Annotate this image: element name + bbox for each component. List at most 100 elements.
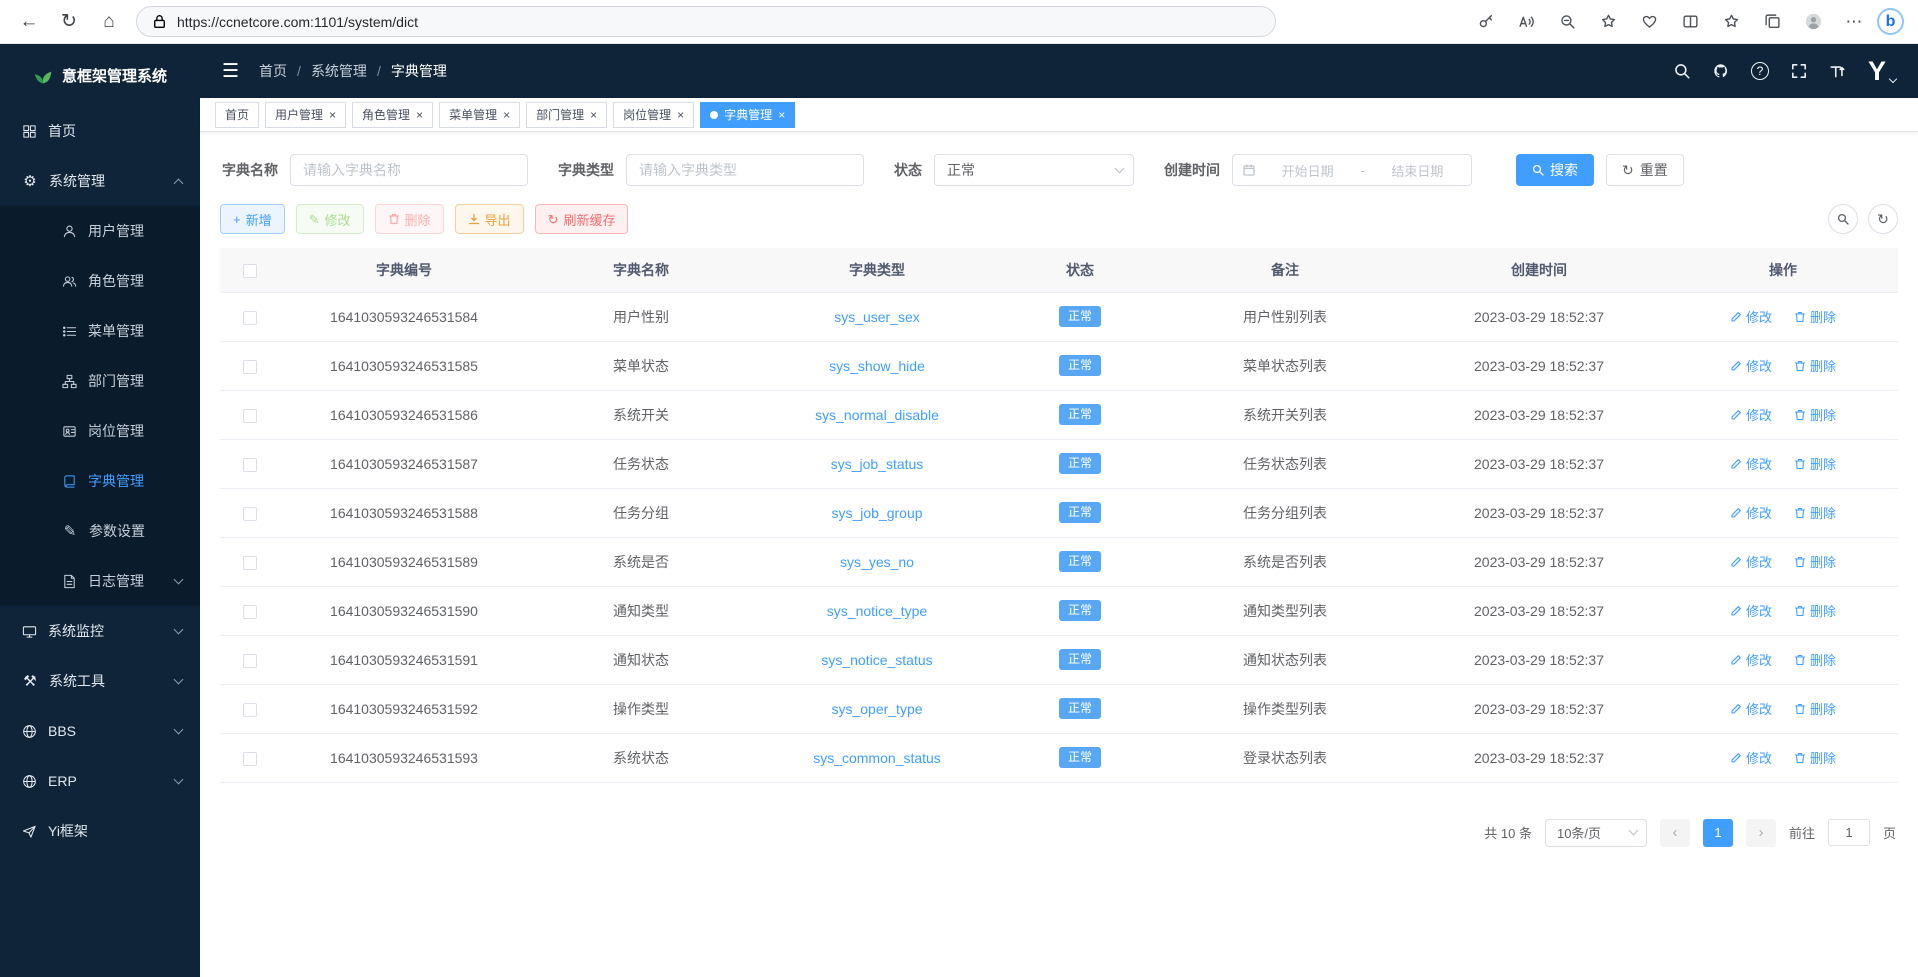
reload-button[interactable]: ↻: [50, 5, 88, 39]
row-checkbox[interactable]: [243, 605, 257, 619]
dict-name-input[interactable]: [290, 154, 528, 186]
row-delete-button[interactable]: 删除: [1794, 356, 1836, 375]
add-button[interactable]: + 新增: [220, 204, 285, 234]
row-checkbox[interactable]: [243, 556, 257, 570]
app-logo[interactable]: 意框架管理系统: [0, 44, 200, 106]
tab-close-icon[interactable]: ×: [778, 109, 785, 121]
next-page-button[interactable]: ›: [1746, 819, 1776, 847]
row-checkbox[interactable]: [243, 360, 257, 374]
export-button[interactable]: 导出: [455, 204, 524, 234]
sidebar-item-dept-mgmt[interactable]: 部门管理: [0, 356, 200, 406]
row-edit-button[interactable]: 修改: [1730, 405, 1772, 424]
zoom-button[interactable]: [1549, 6, 1585, 38]
row-delete-button[interactable]: 删除: [1794, 454, 1836, 473]
user-menu[interactable]: Y: [1868, 58, 1896, 85]
sidebar-item-param-settings[interactable]: ✎ 参数设置: [0, 506, 200, 556]
sidebar-item-bbs[interactable]: BBS: [0, 706, 200, 756]
settings-more-button[interactable]: ⋯: [1836, 6, 1872, 38]
dict-type-link[interactable]: sys_normal_disable: [815, 407, 939, 423]
dict-type-link[interactable]: sys_user_sex: [834, 309, 920, 325]
browser-essentials-button[interactable]: [1631, 6, 1667, 38]
tab-user-mgmt[interactable]: 用户管理 ×: [265, 102, 346, 128]
favorites-add-button[interactable]: [1590, 6, 1626, 38]
prev-page-button[interactable]: ‹: [1660, 819, 1690, 847]
edit-button[interactable]: ✎ 修改: [296, 204, 364, 234]
sidebar-item-role-mgmt[interactable]: 角色管理: [0, 256, 200, 306]
row-delete-button[interactable]: 删除: [1794, 601, 1836, 620]
font-size-button[interactable]: [1829, 62, 1847, 80]
dict-type-link[interactable]: sys_job_status: [831, 456, 924, 472]
row-checkbox[interactable]: [243, 703, 257, 717]
date-range-picker[interactable]: 开始日期 - 结束日期: [1232, 154, 1472, 186]
row-delete-button[interactable]: 删除: [1794, 650, 1836, 669]
sidebar-item-post-mgmt[interactable]: 岗位管理: [0, 406, 200, 456]
dict-type-link[interactable]: sys_common_status: [813, 750, 941, 766]
help-icon[interactable]: ?: [1751, 62, 1769, 80]
row-delete-button[interactable]: 删除: [1794, 699, 1836, 718]
sidebar-item-system-mgmt[interactable]: ⚙ 系统管理: [0, 156, 200, 206]
dict-type-link[interactable]: sys_job_group: [831, 505, 922, 521]
row-edit-button[interactable]: 修改: [1730, 503, 1772, 522]
home-button[interactable]: ⌂: [90, 5, 128, 39]
password-key-button[interactable]: [1467, 6, 1503, 38]
sidebar-item-menu-mgmt[interactable]: 菜单管理: [0, 306, 200, 356]
row-edit-button[interactable]: 修改: [1730, 454, 1772, 473]
favorites-button[interactable]: [1713, 6, 1749, 38]
sidebar-item-system-tools[interactable]: ⚒ 系统工具: [0, 656, 200, 706]
fullscreen-button[interactable]: [1790, 62, 1808, 80]
sidebar-item-system-monitor[interactable]: 系统监控: [0, 606, 200, 656]
row-edit-button[interactable]: 修改: [1730, 307, 1772, 326]
row-edit-button[interactable]: 修改: [1730, 650, 1772, 669]
row-checkbox[interactable]: [243, 507, 257, 521]
row-edit-button[interactable]: 修改: [1730, 699, 1772, 718]
sidebar-item-log-mgmt[interactable]: 日志管理: [0, 556, 200, 606]
row-edit-button[interactable]: 修改: [1730, 552, 1772, 571]
tab-role-mgmt[interactable]: 角色管理 ×: [352, 102, 433, 128]
reset-button[interactable]: ↻ 重置: [1606, 154, 1684, 186]
dict-type-link[interactable]: sys_oper_type: [831, 701, 922, 717]
header-search-button[interactable]: [1673, 62, 1691, 80]
sidebar-item-yi-framework[interactable]: Yi框架: [0, 806, 200, 856]
page-size-select[interactable]: 10条/页: [1545, 819, 1647, 847]
search-button[interactable]: 搜索: [1516, 154, 1594, 186]
dict-type-link[interactable]: sys_show_hide: [829, 358, 925, 374]
refresh-cache-button[interactable]: ↻ 刷新缓存: [535, 204, 629, 234]
collections-button[interactable]: [1754, 6, 1790, 38]
sidebar-item-home[interactable]: 首页: [0, 106, 200, 156]
read-aloud-button[interactable]: [1508, 6, 1544, 38]
row-checkbox[interactable]: [243, 311, 257, 325]
tab-menu-mgmt[interactable]: 菜单管理 ×: [439, 102, 520, 128]
breadcrumb-system-mgmt[interactable]: 系统管理: [311, 61, 367, 81]
tab-close-icon[interactable]: ×: [503, 109, 510, 121]
row-delete-button[interactable]: 删除: [1794, 748, 1836, 767]
tab-home[interactable]: 首页: [215, 102, 259, 128]
row-delete-button[interactable]: 删除: [1794, 503, 1836, 522]
tab-dept-mgmt[interactable]: 部门管理 ×: [526, 102, 607, 128]
split-screen-button[interactable]: [1672, 6, 1708, 38]
row-edit-button[interactable]: 修改: [1730, 356, 1772, 375]
row-checkbox[interactable]: [243, 409, 257, 423]
select-all-checkbox[interactable]: [243, 264, 257, 278]
tab-dict-mgmt[interactable]: 字典管理 ×: [700, 102, 795, 128]
tab-close-icon[interactable]: ×: [329, 109, 336, 121]
row-delete-button[interactable]: 删除: [1794, 552, 1836, 571]
tab-close-icon[interactable]: ×: [677, 109, 684, 121]
toggle-search-button[interactable]: [1828, 204, 1858, 234]
copilot-bing-button[interactable]: b: [1877, 8, 1904, 35]
tab-post-mgmt[interactable]: 岗位管理 ×: [613, 102, 694, 128]
dict-type-link[interactable]: sys_yes_no: [840, 554, 914, 570]
tab-close-icon[interactable]: ×: [416, 109, 423, 121]
dict-type-input[interactable]: [626, 154, 864, 186]
sidebar-item-erp[interactable]: ERP: [0, 756, 200, 806]
dict-type-link[interactable]: sys_notice_type: [827, 603, 927, 619]
status-select[interactable]: 正常: [934, 154, 1134, 186]
row-edit-button[interactable]: 修改: [1730, 601, 1772, 620]
github-button[interactable]: [1712, 62, 1730, 80]
current-page-button[interactable]: 1: [1703, 819, 1733, 847]
dict-type-link[interactable]: sys_notice_status: [821, 652, 932, 668]
breadcrumb-home[interactable]: 首页: [259, 61, 287, 81]
row-delete-button[interactable]: 删除: [1794, 307, 1836, 326]
goto-page-input[interactable]: [1828, 819, 1870, 846]
profile-button[interactable]: [1795, 6, 1831, 38]
sidebar-item-dict-mgmt[interactable]: 字典管理: [0, 456, 200, 506]
